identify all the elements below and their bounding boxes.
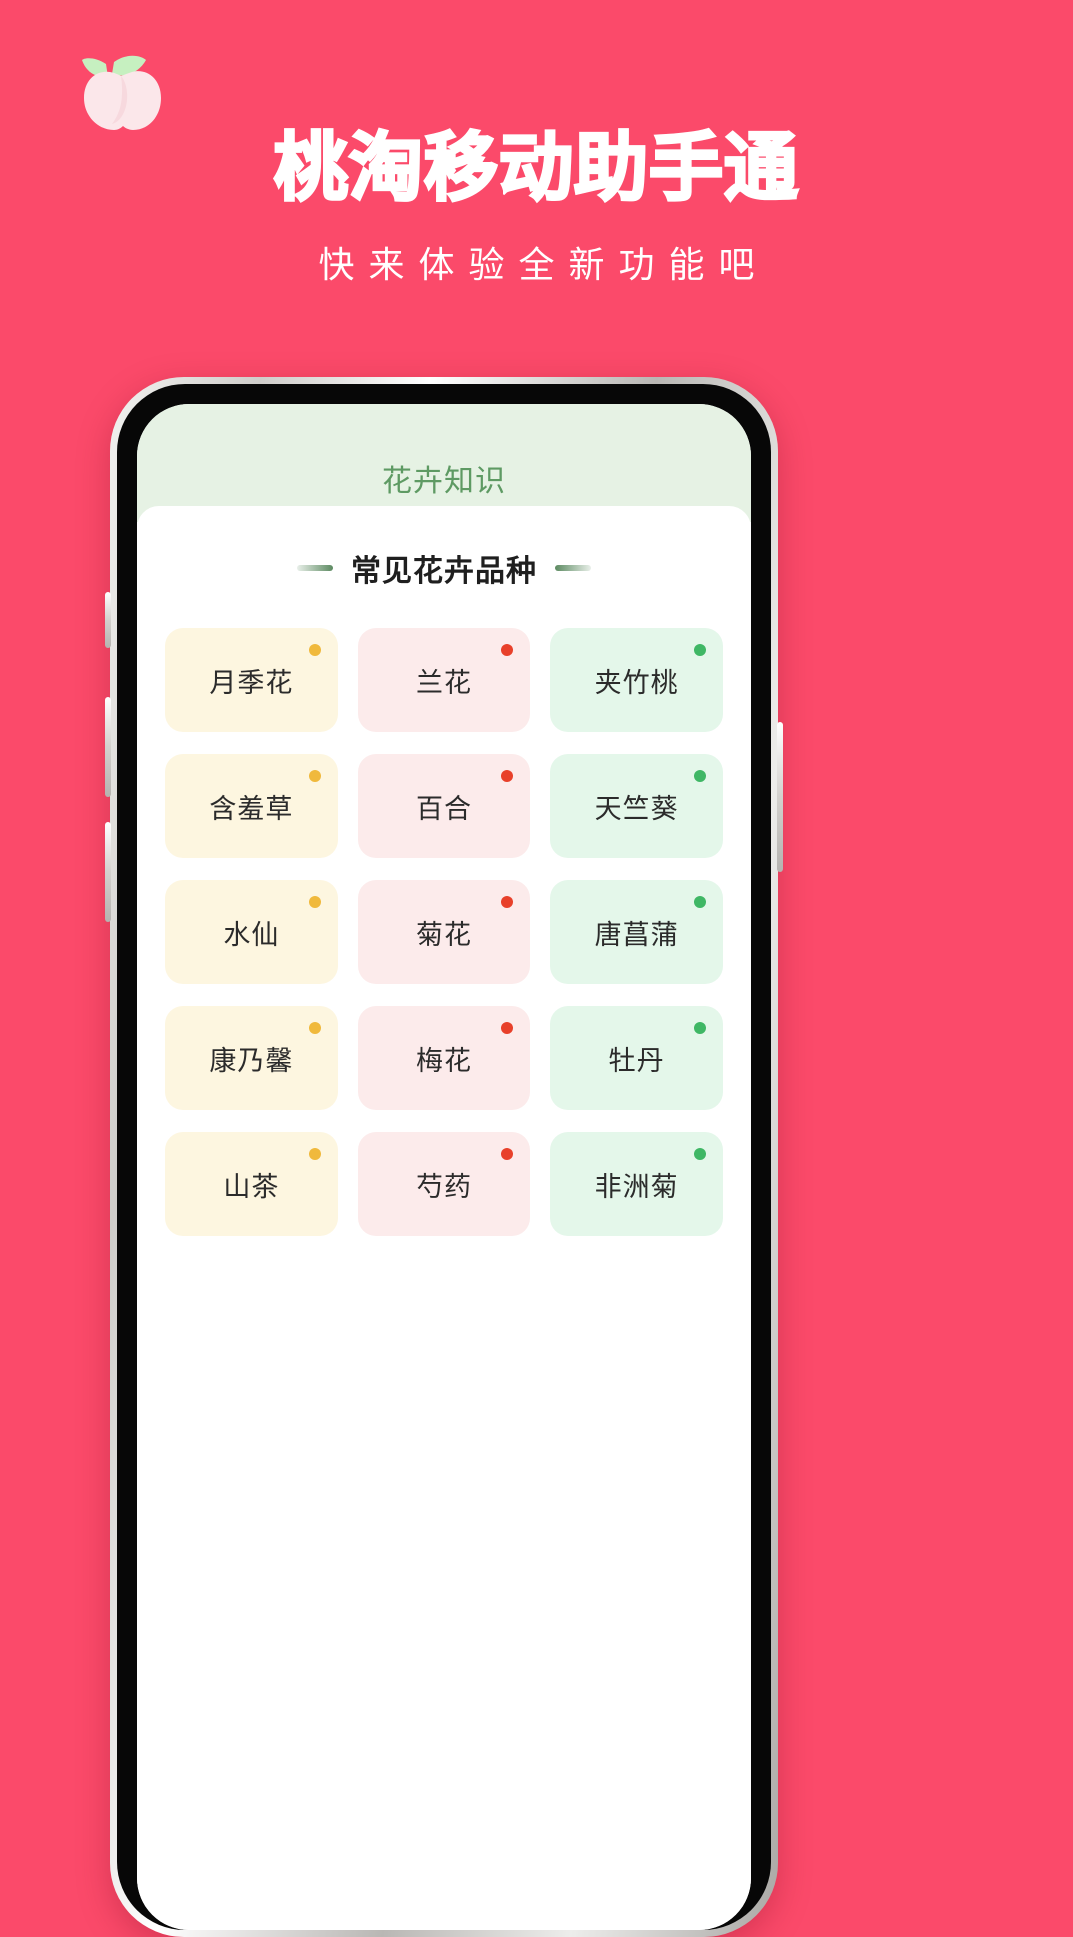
page-title: 桃淘移动助手通 <box>273 124 800 213</box>
flower-card[interactable]: 牡丹 <box>550 1006 723 1110</box>
status-dot-icon <box>694 1022 706 1034</box>
promo-subtitle: 快来体验全新功能吧 <box>318 245 769 286</box>
status-dot-icon <box>694 770 706 782</box>
flower-card-label: 唐菖蒲 <box>594 919 679 950</box>
phone-screen: 花卉知识 常见花卉品种 月季花 兰花 夹竹桃含羞草 百合 天竺葵水仙 菊花 唐菖蒲康乃馨 梅花… <box>137 404 751 1930</box>
flower-card[interactable]: 兰花 <box>357 628 531 732</box>
promo-banner: 桃淘移动助手通 快来体验全新功能吧 <box>0 0 1073 380</box>
flower-card-label: 水仙 <box>223 919 280 950</box>
peach-logo <box>76 46 168 132</box>
status-dot-icon <box>501 644 514 656</box>
flower-card[interactable]: 非洲菊 <box>550 1132 723 1236</box>
flower-card-label: 非洲菊 <box>594 1171 679 1202</box>
flower-card-label: 菊花 <box>415 919 472 950</box>
flower-card[interactable]: 山茶 <box>165 1132 338 1236</box>
flower-card-label: 牡丹 <box>608 1045 665 1076</box>
status-dot-icon <box>694 1148 706 1160</box>
phone-power-button[interactable] <box>777 722 783 872</box>
phone-mockup: 花卉知识 常见花卉品种 月季花 兰花 夹竹桃含羞草 百合 天竺葵水仙 菊花 唐菖蒲康乃馨 梅花… <box>105 377 783 1937</box>
dash-left-icon <box>297 565 333 571</box>
status-dot-icon <box>308 644 321 656</box>
flower-card[interactable]: 菊花 <box>357 880 531 984</box>
flower-card[interactable]: 夹竹桃 <box>550 628 723 732</box>
flower-card[interactable]: 康乃馨 <box>165 1006 338 1110</box>
status-dot-icon <box>501 1148 514 1160</box>
phone-silent-switch[interactable] <box>105 592 111 648</box>
dash-right-icon <box>555 565 591 571</box>
flower-card-label: 山茶 <box>223 1171 280 1202</box>
phone-volume-up-button[interactable] <box>105 697 111 797</box>
flower-card-label: 月季花 <box>209 667 294 698</box>
flower-card[interactable]: 天竺葵 <box>550 754 723 858</box>
flower-card-label: 天竺葵 <box>594 793 679 824</box>
status-dot-icon <box>308 1148 321 1160</box>
flower-card-label: 兰花 <box>415 667 472 698</box>
section-header: 常见花卉品种 <box>165 506 723 620</box>
flower-card[interactable]: 芍药 <box>357 1132 531 1236</box>
flower-card[interactable]: 月季花 <box>165 628 338 732</box>
status-dot-icon <box>308 896 321 908</box>
status-dot-icon <box>308 1022 321 1034</box>
status-dot-icon <box>694 644 706 656</box>
flower-card-label: 含羞草 <box>209 793 294 824</box>
flower-card[interactable]: 含羞草 <box>165 754 338 858</box>
status-dot-icon <box>501 896 514 908</box>
peach-icon <box>82 55 161 130</box>
flower-card-label: 夹竹桃 <box>594 667 679 698</box>
flower-card[interactable]: 百合 <box>357 754 531 858</box>
flower-card[interactable]: 水仙 <box>165 880 338 984</box>
status-dot-icon <box>694 896 706 908</box>
section-title: 常见花卉品种 <box>351 555 537 588</box>
flower-card[interactable]: 唐菖蒲 <box>550 880 723 984</box>
flower-card-label: 梅花 <box>415 1045 472 1076</box>
status-dot-icon <box>308 770 321 782</box>
status-dot-icon <box>501 1022 514 1034</box>
app-content-area: 常见花卉品种 月季花 兰花 夹竹桃含羞草 百合 天竺葵水仙 菊花 唐菖蒲康乃馨 梅花 牡丹山茶 芍… <box>137 506 751 1930</box>
app-header: 花卉知识 <box>137 404 751 522</box>
flower-card-label: 百合 <box>415 793 472 824</box>
app-header-title: 花卉知识 <box>382 465 506 498</box>
phone-volume-down-button[interactable] <box>105 822 111 922</box>
flower-card-grid: 月季花 兰花 夹竹桃含羞草 百合 天竺葵水仙 菊花 唐菖蒲康乃馨 梅花 牡丹山茶 芍药 非洲菊 <box>165 620 723 1236</box>
flower-card[interactable]: 梅花 <box>357 1006 531 1110</box>
flower-card-label: 康乃馨 <box>209 1045 294 1076</box>
flower-card-label: 芍药 <box>415 1171 472 1202</box>
status-dot-icon <box>501 770 514 782</box>
